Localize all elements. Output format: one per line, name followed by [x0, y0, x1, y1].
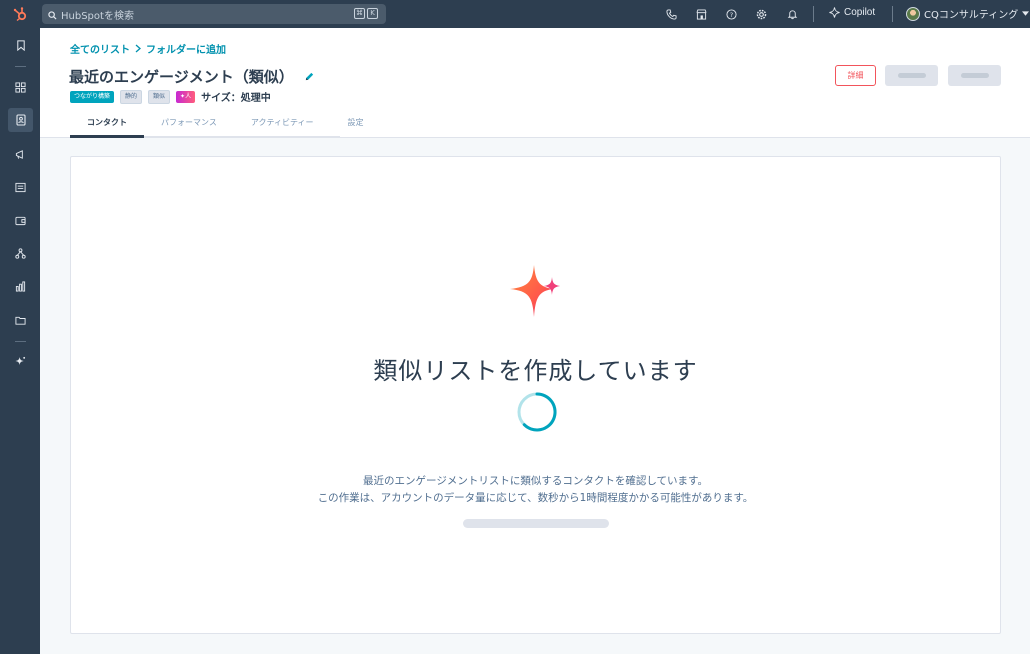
ai-sparkle-icon [510, 265, 560, 317]
workspaces-icon[interactable] [8, 75, 33, 99]
title-row: 最近のエンゲージメント（類似） [69, 66, 315, 87]
copilot-label: Copilot [844, 7, 876, 18]
search-icon [48, 5, 57, 24]
tab-bar: コンタクト パフォーマンス アクティビティー 設定 [70, 112, 380, 138]
list-size-status: サイズ：処理中 [201, 93, 271, 104]
contacts-icon[interactable] [8, 108, 33, 132]
account-name: CQコンサルティング [924, 10, 1019, 21]
nav-divider [892, 6, 893, 22]
automation-icon[interactable] [8, 241, 33, 265]
tab-settings[interactable]: 設定 [330, 112, 380, 138]
svg-text:?: ? [729, 10, 732, 18]
command-key: ⌘ [354, 8, 365, 19]
tab-contacts[interactable]: コンタクト [70, 112, 144, 138]
ai-sparkle-icon[interactable] [8, 349, 33, 373]
tag-lookalike: 類似 [148, 89, 171, 104]
loading-spinner [517, 392, 557, 432]
detail-button[interactable]: 詳細 [835, 65, 876, 86]
chevron-down-icon [1022, 11, 1030, 16]
tag-relationship-building: つながり構築 [70, 90, 115, 103]
search-shortcut: ⌘ K [354, 8, 378, 19]
bookmark-icon[interactable] [8, 33, 33, 57]
nav-divider [813, 6, 814, 22]
library-icon[interactable] [8, 308, 33, 332]
loading-button-placeholder [885, 65, 938, 86]
hubspot-logo-icon[interactable] [0, 0, 40, 28]
processing-card: 類似リストを作成しています 最近のエンゲージメントリストに類似するコンタクトを確… [70, 156, 1001, 634]
add-to-folder-link[interactable]: フォルダーに追加 [146, 41, 226, 56]
copilot-sparkle-icon [829, 7, 840, 18]
tab-performance[interactable]: パフォーマンス [144, 112, 234, 138]
avatar [906, 6, 920, 21]
edit-pencil-icon[interactable] [304, 71, 315, 82]
tag-ai-badge: ✦人 [176, 90, 196, 103]
search-bar[interactable]: HubSpotを検索 ⌘ K [42, 4, 386, 24]
notifications-icon[interactable] [785, 7, 799, 21]
sidebar-divider [15, 66, 26, 67]
copilot-button[interactable]: Copilot [829, 7, 875, 18]
content-icon[interactable] [8, 175, 33, 199]
marketing-icon[interactable] [8, 142, 33, 166]
account-menu[interactable]: CQコンサルティング [906, 6, 1030, 21]
top-navigation-bar: HubSpotを検索 ⌘ K ? Copilot CQコンサルティング [0, 0, 1030, 28]
sidebar-divider [15, 341, 26, 342]
loading-button-placeholder [948, 65, 1001, 86]
processing-description-line2: この作業は、アカウントのデータ量に応じて、数秒から1時間程度かかる可能性がありま… [317, 492, 754, 504]
breadcrumb: 全てのリスト フォルダーに追加 [70, 41, 226, 56]
progress-placeholder-bar [463, 519, 609, 528]
marketplace-icon[interactable] [694, 7, 708, 21]
processing-description-line1: 最近のエンゲージメントリストに類似するコンタクトを確認しています。 [363, 475, 708, 487]
chevron-right-icon [135, 44, 141, 53]
list-tags: つながり構築 静的 類似 ✦人 サイズ：処理中 [70, 89, 271, 104]
tag-static: 静的 [120, 89, 143, 104]
search-input[interactable]: HubSpotを検索 [61, 7, 134, 22]
sidebar [0, 28, 40, 654]
breadcrumb-all-lists-link[interactable]: 全てのリスト [70, 41, 130, 56]
phone-icon[interactable] [664, 7, 678, 21]
k-key: K [367, 8, 378, 19]
tab-activity[interactable]: アクティビティー [234, 112, 331, 138]
processing-heading: 類似リストを作成しています [373, 357, 698, 385]
commerce-icon[interactable] [8, 208, 33, 232]
page-title: 最近のエンゲージメント（類似） [69, 68, 294, 86]
settings-icon[interactable] [754, 7, 768, 21]
reporting-icon[interactable] [8, 274, 33, 298]
help-icon[interactable]: ? [724, 7, 738, 21]
list-header: 全てのリスト フォルダーに追加 最近のエンゲージメント（類似） つながり構築 静… [40, 28, 1030, 138]
